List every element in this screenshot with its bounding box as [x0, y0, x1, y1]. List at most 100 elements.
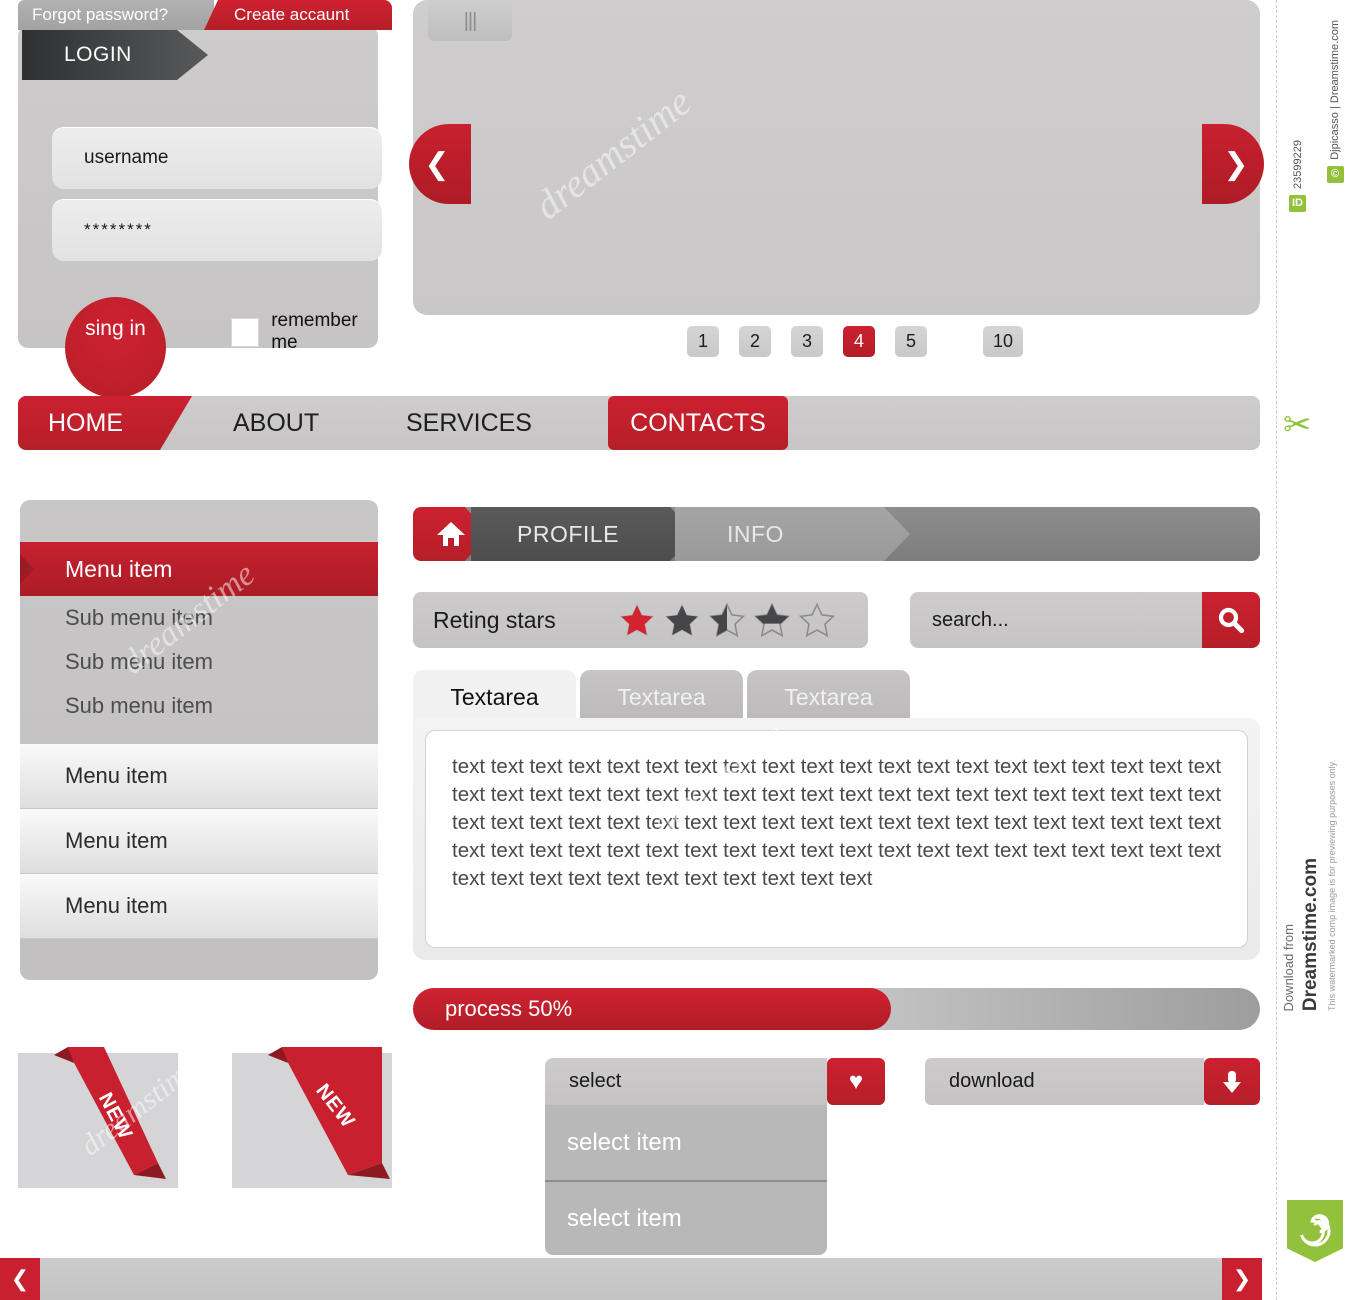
pagination-item[interactable]: 1	[687, 325, 719, 357]
username-input[interactable]: username	[52, 127, 382, 189]
sidebar-item-label: Menu item	[65, 828, 168, 853]
select-header[interactable]: select ♥	[545, 1058, 885, 1105]
sign-in-label: sing in	[85, 317, 146, 340]
star-icon-empty[interactable]	[798, 602, 836, 639]
textarea-tab-label: Textarea	[617, 683, 706, 710]
watermark-note: This watermarked comp image is for previ…	[1326, 760, 1337, 1011]
download-label-area[interactable]: download	[925, 1058, 1204, 1105]
textarea-tab-label: Textarea	[450, 683, 539, 710]
sidebar-menu: Menu item Sub menu item Sub menu item Su…	[20, 500, 378, 980]
dreamstime-logo-icon	[1287, 1200, 1343, 1262]
watermark-download-block: Download from Dreamstime.com This waterm…	[1281, 760, 1361, 1016]
horizontal-scrollbar[interactable]: ❮ ❯	[0, 1258, 1262, 1300]
carousel-prev-glyph: ❮	[424, 147, 450, 181]
chevron-right-icon[interactable]: ❯	[1202, 124, 1264, 204]
pagination-item-last[interactable]: 10	[983, 325, 1023, 357]
pagination-label: 3	[801, 330, 812, 351]
remember-me-row: remember me	[231, 310, 378, 354]
select-option[interactable]: select item	[545, 1180, 827, 1255]
password-value: ********	[84, 220, 153, 239]
create-account-label: Create accaunt	[234, 5, 350, 24]
select-value[interactable]: select	[545, 1058, 827, 1105]
rating-star-row	[618, 602, 836, 639]
pagination-item-active[interactable]: 4	[843, 325, 875, 357]
search-placeholder: search...	[932, 608, 1009, 631]
nav-item-services[interactable]: SERVICES	[406, 396, 532, 450]
watermark-image-id: 23599229 ID	[1289, 140, 1306, 212]
download-arrow-icon[interactable]	[1204, 1058, 1260, 1105]
textarea-input[interactable]: text text text text text text text text …	[425, 730, 1248, 948]
sidebar-item[interactable]: Menu item	[20, 874, 378, 939]
nav-item-about[interactable]: ABOUT	[233, 396, 319, 450]
download-button[interactable]: download	[925, 1058, 1260, 1105]
download-label: download	[949, 1070, 1035, 1092]
breadcrumb-profile-label: PROFILE	[517, 520, 619, 547]
remember-me-checkbox[interactable]	[231, 317, 260, 347]
textarea-tab[interactable]: Textarea	[580, 670, 743, 724]
chevron-left-icon[interactable]: ❮	[409, 124, 471, 204]
pagination-label: 10	[992, 330, 1014, 351]
rating-stars-widget: Reting stars	[413, 592, 868, 648]
spiral-icon	[1300, 1214, 1331, 1247]
carousel-next-glyph: ❯	[1223, 147, 1249, 181]
breadcrumb: PROFILE INFO	[413, 507, 1260, 561]
forgot-password-tab[interactable]: Forgot password?	[18, 0, 214, 30]
scrollbar-thumb[interactable]: |||	[428, 1, 512, 41]
nav-about-label: ABOUT	[233, 408, 320, 437]
ribbon-card-thin: NEW	[18, 1047, 178, 1188]
create-account-tab[interactable]: Create accaunt	[204, 0, 392, 30]
pagination-item[interactable]: 2	[739, 325, 771, 357]
search-icon[interactable]	[1202, 592, 1260, 648]
pagination-label: 4	[853, 330, 864, 351]
ribbon-card-wide: NEW	[232, 1047, 392, 1188]
textarea-tab-active[interactable]: Textarea	[413, 670, 576, 724]
sidebar-menu-head[interactable]: Menu item	[20, 542, 378, 596]
select-dropdown: select ♥ select item select item	[545, 1058, 885, 1255]
sidebar-sub-item[interactable]: Sub menu item	[20, 640, 378, 684]
download-arrow-icon-svg	[1223, 1070, 1241, 1093]
textarea-tab[interactable]: Textarea	[747, 670, 910, 724]
top-navigation-bar: HOME ABOUT SERVICES CONTACTS	[18, 396, 1260, 450]
search-input[interactable]: search...	[910, 592, 1202, 648]
nav-item-contacts[interactable]: CONTACTS	[608, 396, 788, 450]
star-icon-partial-dark[interactable]	[753, 602, 791, 639]
login-badge-label: LOGIN	[64, 43, 132, 66]
progress-bar-fill: process 50%	[413, 988, 891, 1030]
sidebar-item-label: Menu item	[65, 763, 168, 788]
scroll-right-glyph: ❯	[1232, 1266, 1252, 1291]
ui-kit-canvas: Forgot password? Create accaunt LOGIN us…	[0, 0, 1280, 1300]
watermark-credit: Djpicasso | Dreamstime.com ©	[1323, 20, 1347, 183]
username-value: username	[84, 147, 169, 168]
pagination-label: 2	[749, 330, 760, 351]
breadcrumb-info-label: INFO	[727, 520, 784, 547]
sidebar-sub-item[interactable]: Sub menu item	[20, 596, 378, 640]
breadcrumb-item-info[interactable]: INFO	[675, 507, 910, 561]
sidebar-sub-label: Sub menu item	[65, 649, 213, 674]
sidebar-item[interactable]: Menu item	[20, 809, 378, 874]
id-chip-icon: ID	[1289, 194, 1306, 212]
star-icon-full-dark[interactable]	[663, 602, 701, 639]
carousel-slider: ❮ ❯	[409, 0, 1264, 315]
sidebar-sub-item[interactable]: Sub menu item	[20, 684, 378, 728]
scroll-left-icon[interactable]: ❮	[0, 1258, 40, 1300]
select-option[interactable]: select item	[545, 1105, 827, 1180]
pagination-item[interactable]: 3	[791, 325, 823, 357]
progress-bar-track[interactable]: process 50%	[413, 988, 1260, 1030]
pagination-label: 1	[697, 330, 708, 351]
scroll-left-glyph: ❮	[10, 1266, 30, 1291]
pagination-item[interactable]: 5	[895, 325, 927, 357]
sign-in-button[interactable]: sing in	[65, 297, 166, 398]
sidebar-sub-label: Sub menu item	[65, 605, 213, 630]
scroll-right-icon[interactable]: ❯	[1222, 1258, 1262, 1300]
star-icon-full-red[interactable]	[618, 602, 656, 639]
sidebar-item[interactable]: Menu item	[20, 744, 378, 809]
breadcrumb-item-profile[interactable]: PROFILE	[471, 507, 696, 561]
password-input[interactable]: ********	[52, 199, 382, 261]
heart-icon[interactable]: ♥	[827, 1058, 885, 1105]
textarea-tabs: Textarea Textarea Textarea	[413, 670, 910, 724]
star-icon-half-dark[interactable]	[708, 602, 746, 639]
login-panel: Forgot password? Create accaunt LOGIN us…	[18, 0, 392, 398]
nav-item-home[interactable]: HOME	[18, 396, 192, 450]
sidebar-item-label: Menu item	[65, 893, 168, 918]
